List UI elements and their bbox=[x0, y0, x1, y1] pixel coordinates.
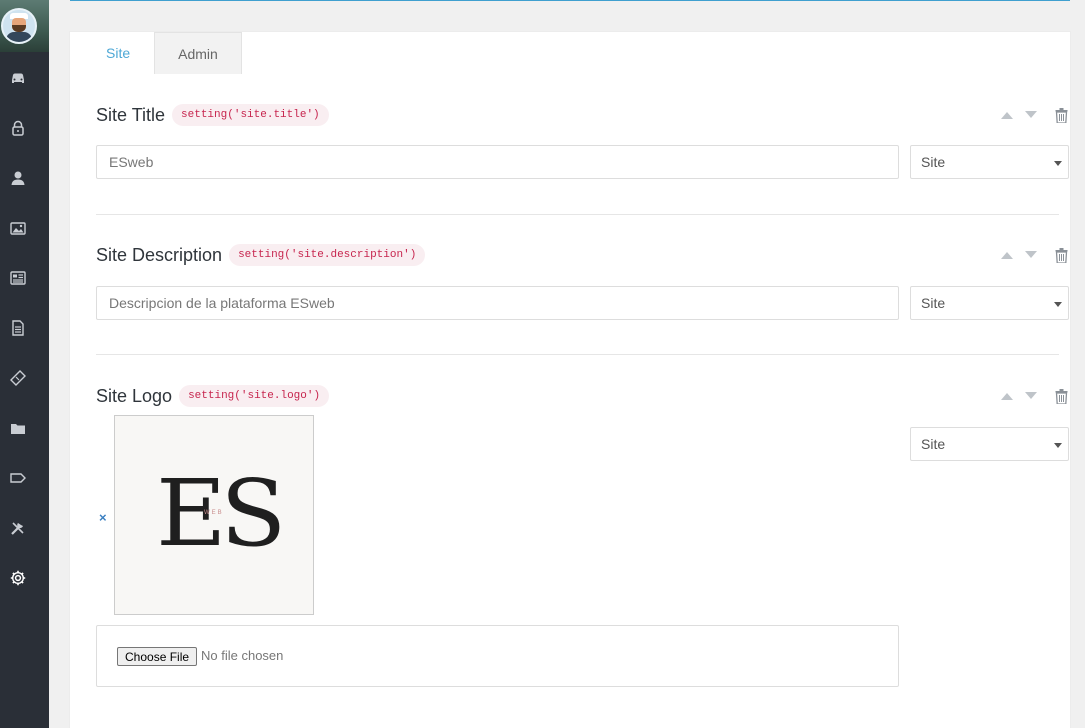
move-down-icon[interactable] bbox=[1023, 107, 1039, 123]
site-description-input[interactable]: Descripcion de la plataforma ESweb bbox=[96, 286, 899, 320]
settings-panel: Site Admin Site Title setting('site.titl… bbox=[69, 31, 1071, 728]
document-icon[interactable] bbox=[9, 319, 27, 337]
site-description-group-select[interactable]: Site bbox=[910, 286, 1069, 320]
tab-site[interactable]: Site bbox=[82, 32, 155, 74]
tab-admin[interactable]: Admin bbox=[154, 32, 242, 74]
setting-actions bbox=[994, 103, 1069, 127]
remove-logo-icon[interactable]: × bbox=[99, 510, 107, 525]
trash-icon[interactable] bbox=[1053, 247, 1069, 263]
car-icon[interactable] bbox=[9, 69, 27, 87]
file-upload-box: Choose File No file chosen bbox=[96, 625, 899, 687]
tools-icon[interactable] bbox=[9, 519, 27, 537]
setting-header: Site Description setting('site.descripti… bbox=[96, 243, 426, 267]
caret-down-icon bbox=[1054, 302, 1062, 307]
trash-icon[interactable] bbox=[1053, 107, 1069, 123]
setting-key-badge: setting('site.logo') bbox=[179, 385, 330, 407]
site-logo-group-select[interactable]: Site bbox=[910, 427, 1069, 461]
setting-site-description: Site Description setting('site.descripti… bbox=[96, 243, 1069, 323]
settings-tabs: Site Admin bbox=[82, 32, 242, 74]
setting-name: Site Logo bbox=[96, 385, 173, 406]
setting-name: Site Description bbox=[96, 244, 223, 265]
divider bbox=[96, 214, 1059, 215]
setting-header: Site Logo setting('site.logo') bbox=[96, 384, 330, 408]
logo-subtext: WEB bbox=[204, 510, 224, 516]
lock-icon[interactable] bbox=[9, 119, 27, 137]
setting-key-badge: setting('site.title') bbox=[172, 104, 329, 126]
setting-site-logo: Site Logo setting('site.logo') × ES WEB … bbox=[96, 384, 1069, 704]
choose-file-button[interactable]: Choose File bbox=[117, 647, 198, 666]
sidebar bbox=[0, 0, 49, 728]
setting-actions bbox=[994, 243, 1069, 267]
images-icon[interactable] bbox=[9, 219, 27, 237]
setting-key-badge: setting('site.description') bbox=[229, 244, 426, 266]
logo-preview: ES WEB bbox=[114, 415, 314, 615]
setting-name: Site Title bbox=[96, 104, 166, 125]
site-title-input[interactable]: ESweb bbox=[96, 145, 899, 179]
avatar-area[interactable] bbox=[0, 0, 49, 52]
caret-down-icon bbox=[1054, 161, 1062, 166]
site-title-group-select[interactable]: Site bbox=[910, 145, 1069, 179]
avatar[interactable] bbox=[1, 8, 37, 44]
trash-icon[interactable] bbox=[1053, 388, 1069, 404]
setting-header: Site Title setting('site.title') bbox=[96, 103, 329, 127]
top-accent-line bbox=[70, 0, 1070, 1]
ticket-icon[interactable] bbox=[9, 369, 27, 387]
caret-down-icon bbox=[1054, 443, 1062, 448]
move-down-icon[interactable] bbox=[1023, 247, 1039, 263]
select-value: Site bbox=[921, 436, 946, 452]
gear-icon[interactable] bbox=[9, 569, 27, 587]
file-status: No file chosen bbox=[201, 648, 284, 663]
move-down-icon[interactable] bbox=[1023, 388, 1039, 404]
select-value: Site bbox=[921, 154, 946, 170]
user-icon[interactable] bbox=[9, 169, 27, 187]
divider bbox=[96, 354, 1059, 355]
setting-site-title: Site Title setting('site.title') ESweb S… bbox=[96, 103, 1069, 183]
folder-icon[interactable] bbox=[9, 419, 27, 437]
tag-icon[interactable] bbox=[9, 469, 27, 487]
select-value: Site bbox=[921, 295, 946, 311]
move-up-icon[interactable] bbox=[999, 388, 1015, 404]
move-up-icon[interactable] bbox=[999, 247, 1015, 263]
newspaper-icon[interactable] bbox=[9, 269, 27, 287]
setting-actions bbox=[994, 384, 1069, 408]
move-up-icon[interactable] bbox=[999, 107, 1015, 123]
